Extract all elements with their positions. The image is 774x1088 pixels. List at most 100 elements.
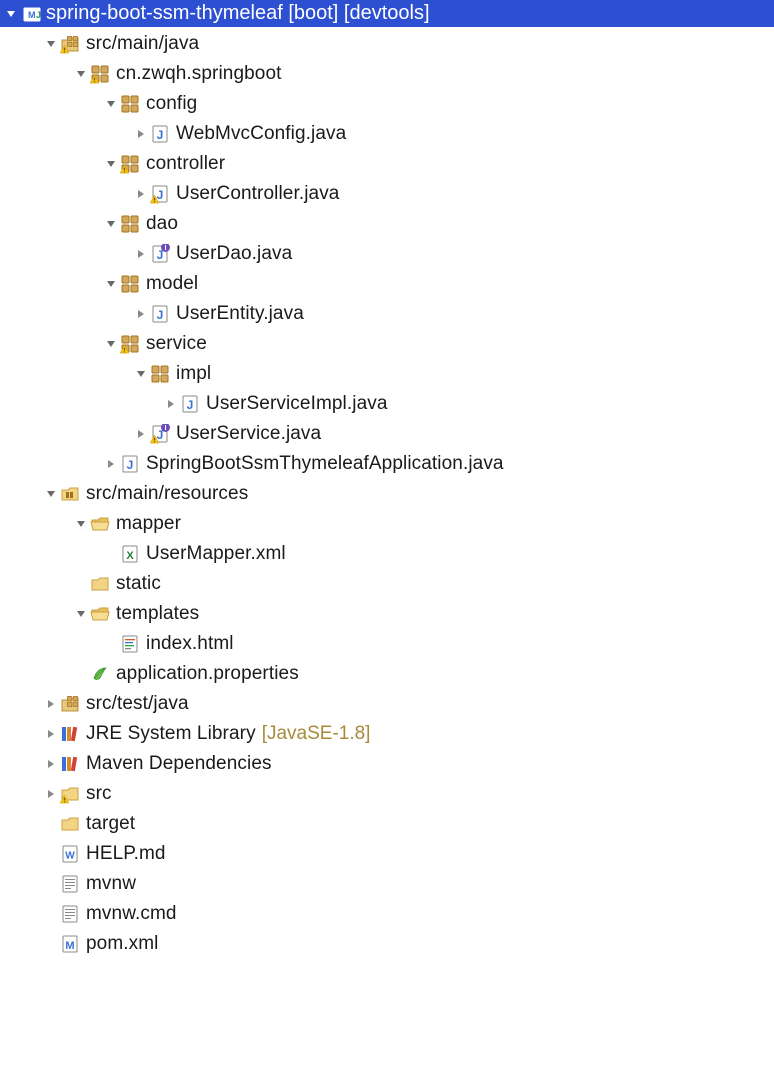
tree-label: src/main/resources bbox=[86, 483, 248, 505]
expand-arrow-icon[interactable] bbox=[132, 365, 150, 383]
tree-label: Maven Dependencies bbox=[86, 753, 272, 775]
expand-arrow-icon[interactable] bbox=[102, 335, 120, 353]
collapse-arrow-icon[interactable] bbox=[132, 125, 150, 143]
expand-arrow-icon[interactable] bbox=[102, 95, 120, 113]
java-file-icon bbox=[150, 304, 170, 324]
folder-icon bbox=[60, 484, 80, 504]
library-icon bbox=[60, 754, 80, 774]
package-icon bbox=[120, 94, 140, 114]
tree-item-src-test-java[interactable]: src/test/java bbox=[0, 689, 774, 719]
tree-item-help-md[interactable]: HELP.md bbox=[0, 839, 774, 869]
tree-item-userentity-java[interactable]: UserEntity.java bbox=[0, 299, 774, 329]
expand-arrow-icon[interactable] bbox=[102, 275, 120, 293]
tree-item-cn-zwqh-springboot[interactable]: cn.zwqh.springboot bbox=[0, 59, 774, 89]
project-tree: src/main/java cn.zwqh.springboot config Web… bbox=[0, 27, 774, 959]
collapse-arrow-icon[interactable] bbox=[42, 725, 60, 743]
tree-label: service bbox=[146, 333, 207, 355]
collapse-arrow-icon[interactable] bbox=[132, 305, 150, 323]
tree-label: HELP.md bbox=[86, 843, 166, 865]
expand-arrow-icon[interactable] bbox=[102, 215, 120, 233]
tree-item-service[interactable]: service bbox=[0, 329, 774, 359]
tree-label: config bbox=[146, 93, 197, 115]
tree-item-userserviceimpl-java[interactable]: UserServiceImpl.java bbox=[0, 389, 774, 419]
package-icon bbox=[120, 334, 140, 354]
expand-arrow-icon[interactable] bbox=[102, 155, 120, 173]
tree-item-springbootssmthymeleafapplication-java[interactable]: SpringBootSsmThymeleafApplication.java bbox=[0, 449, 774, 479]
tree-item-mvnw-cmd[interactable]: mvnw.cmd bbox=[0, 899, 774, 929]
expand-arrow-icon[interactable] bbox=[42, 35, 60, 53]
tree-label: cn.zwqh.springboot bbox=[116, 63, 282, 85]
tree-label-suffix: [JavaSE-1.8] bbox=[262, 723, 371, 745]
package-icon bbox=[150, 364, 170, 384]
collapse-arrow-icon[interactable] bbox=[162, 395, 180, 413]
properties-icon bbox=[90, 664, 110, 684]
folder-icon bbox=[60, 814, 80, 834]
tree-item-jre-system-library[interactable]: JRE System Library [JavaSE-1.8] bbox=[0, 719, 774, 749]
tree-label: controller bbox=[146, 153, 225, 175]
expand-arrow-icon[interactable] bbox=[72, 65, 90, 83]
tree-label: dao bbox=[146, 213, 178, 235]
java-file-icon bbox=[150, 184, 170, 204]
library-icon bbox=[60, 724, 80, 744]
tree-item-maven-dependencies[interactable]: Maven Dependencies bbox=[0, 749, 774, 779]
collapse-arrow-icon[interactable] bbox=[132, 425, 150, 443]
tree-label: src/test/java bbox=[86, 693, 189, 715]
collapse-arrow-icon[interactable] bbox=[132, 185, 150, 203]
tree-item-model[interactable]: model bbox=[0, 269, 774, 299]
tree-item-src[interactable]: src bbox=[0, 779, 774, 809]
tree-label: UserMapper.xml bbox=[146, 543, 286, 565]
tree-item-src-main-resources[interactable]: src/main/resources bbox=[0, 479, 774, 509]
expand-arrow-icon[interactable] bbox=[72, 515, 90, 533]
tree-item-application-properties[interactable]: application.properties bbox=[0, 659, 774, 689]
tree-item-usermapper-xml[interactable]: UserMapper.xml bbox=[0, 539, 774, 569]
tree-label: SpringBootSsmThymeleafApplication.java bbox=[146, 453, 504, 475]
expand-arrow-icon[interactable] bbox=[42, 485, 60, 503]
html-icon bbox=[120, 634, 140, 654]
project-header[interactable]: spring-boot-ssm-thymeleaf [boot] [devtoo… bbox=[0, 0, 774, 27]
expand-arrow-icon[interactable] bbox=[72, 605, 90, 623]
tree-label: src/main/java bbox=[86, 33, 199, 55]
tree-label: templates bbox=[116, 603, 199, 625]
java-file-icon bbox=[150, 244, 170, 264]
folder-icon bbox=[60, 784, 80, 804]
tree-item-dao[interactable]: dao bbox=[0, 209, 774, 239]
tree-item-config[interactable]: config bbox=[0, 89, 774, 119]
folder-icon bbox=[60, 34, 80, 54]
java-file-icon bbox=[150, 124, 170, 144]
tree-item-mapper[interactable]: mapper bbox=[0, 509, 774, 539]
tree-item-target[interactable]: target bbox=[0, 809, 774, 839]
tree-item-userdao-java[interactable]: UserDao.java bbox=[0, 239, 774, 269]
tree-item-usercontroller-java[interactable]: UserController.java bbox=[0, 179, 774, 209]
tree-item-templates[interactable]: templates bbox=[0, 599, 774, 629]
collapse-arrow-icon[interactable] bbox=[42, 785, 60, 803]
tree-item-src-main-java[interactable]: src/main/java bbox=[0, 29, 774, 59]
expand-arrow-icon[interactable] bbox=[2, 5, 20, 23]
tree-item-mvnw[interactable]: mvnw bbox=[0, 869, 774, 899]
tree-label: src bbox=[86, 783, 112, 805]
tree-item-pom-xml[interactable]: pom.xml bbox=[0, 929, 774, 959]
collapse-arrow-icon[interactable] bbox=[42, 755, 60, 773]
tree-item-impl[interactable]: impl bbox=[0, 359, 774, 389]
tree-item-index-html[interactable]: index.html bbox=[0, 629, 774, 659]
collapse-arrow-icon[interactable] bbox=[42, 695, 60, 713]
tree-item-controller[interactable]: controller bbox=[0, 149, 774, 179]
folder-icon bbox=[90, 574, 110, 594]
tree-label: JRE System Library bbox=[86, 723, 256, 745]
tree-item-webmvcconfig-java[interactable]: WebMvcConfig.java bbox=[0, 119, 774, 149]
folder-icon bbox=[90, 514, 110, 534]
tree-label: target bbox=[86, 813, 135, 835]
text-icon bbox=[60, 904, 80, 924]
collapse-arrow-icon[interactable] bbox=[102, 455, 120, 473]
package-icon bbox=[120, 154, 140, 174]
tree-item-userservice-java[interactable]: UserService.java bbox=[0, 419, 774, 449]
md-icon bbox=[60, 844, 80, 864]
tree-label: application.properties bbox=[116, 663, 299, 685]
xml-icon bbox=[120, 544, 140, 564]
tree-label: model bbox=[146, 273, 198, 295]
collapse-arrow-icon[interactable] bbox=[132, 245, 150, 263]
tree-label: UserDao.java bbox=[176, 243, 292, 265]
tree-item-static[interactable]: static bbox=[0, 569, 774, 599]
tree-label: mvnw.cmd bbox=[86, 903, 177, 925]
package-icon bbox=[120, 274, 140, 294]
project-icon bbox=[22, 4, 42, 24]
